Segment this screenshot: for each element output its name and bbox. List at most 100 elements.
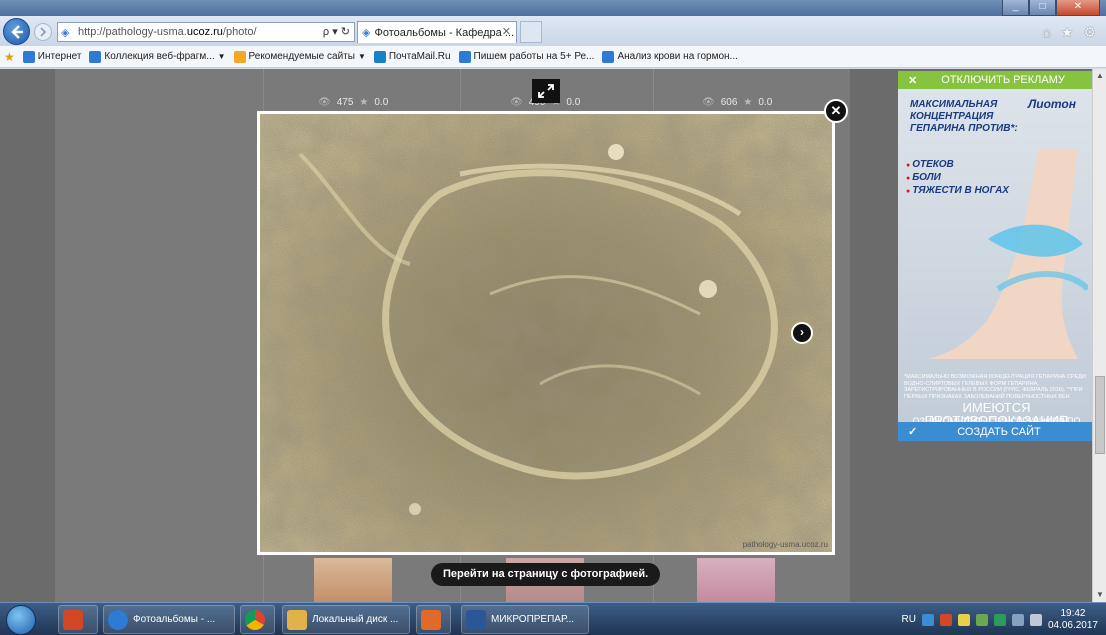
word-icon xyxy=(466,609,486,630)
chrome-icon xyxy=(245,609,265,630)
volume-icon[interactable] xyxy=(1029,613,1042,626)
home-icon[interactable]: ⌂ xyxy=(1042,24,1050,41)
address-url: http://pathology-usma.ucoz.ru/photo/ xyxy=(78,26,257,38)
create-site-button[interactable]: ✓ СОЗДАТЬ САЙТ xyxy=(898,422,1092,441)
start-button[interactable] xyxy=(6,605,36,635)
favorites-star-icon[interactable]: ★ xyxy=(4,50,15,64)
vertical-scrollbar[interactable]: ▲ ▼ xyxy=(1092,69,1106,602)
taskbar-app-powerpoint[interactable] xyxy=(58,605,98,634)
taskbar-app-ie[interactable]: Фотоальбомы - ... xyxy=(103,605,235,634)
taskbar-app-media[interactable] xyxy=(416,605,451,634)
tab-active[interactable]: ◈ Фотоальбомы - Кафедра ... ✕ xyxy=(357,21,517,43)
tray-app-icon[interactable] xyxy=(939,613,952,626)
navigation-bar: ◈ http://pathology-usma.ucoz.ru/photo/ ρ… xyxy=(0,16,1106,46)
favorite-essays[interactable]: Пишем работы на 5+ Ре... xyxy=(458,50,594,63)
favorites-bar: ★ Интернет Коллекция веб-фрагм... ▼ Реко… xyxy=(0,46,1106,68)
tab-close-icon[interactable]: ✕ xyxy=(502,25,511,38)
new-tab-button[interactable] xyxy=(520,21,542,43)
rating: 0.0 xyxy=(374,97,389,108)
ie-icon xyxy=(22,50,35,63)
favorite-mail-ru[interactable]: ПочтаMail.Ru xyxy=(373,50,451,63)
tab-title: Фотоальбомы - Кафедра ... xyxy=(374,26,514,39)
clock-date: 04.06.2017 xyxy=(1047,619,1098,631)
ad-fine-print: *МАКСИМАЛЬНО ВОЗМОЖНАЯ КОНЦЕНТРАЦИЯ ГЕПА… xyxy=(904,374,1086,400)
checkmark-icon: ✓ xyxy=(908,426,918,438)
scrollbar-thumb[interactable] xyxy=(1095,376,1105,454)
ie-icon xyxy=(458,50,471,63)
ad-headline: МАКСИМАЛЬНАЯ КОНЦЕНТРАЦИЯ ГЕПАРИНА ПРОТИ… xyxy=(910,99,1018,134)
photo-thumbnail[interactable] xyxy=(314,558,392,602)
language-indicator[interactable]: RU xyxy=(901,614,915,625)
dropdown-arrow-icon: ▼ xyxy=(217,52,226,61)
ie-icon xyxy=(89,50,102,63)
close-window-button[interactable]: ✕ xyxy=(1056,0,1100,16)
ad-bullet: ОТЕКОВ xyxy=(906,159,1009,172)
clock-time: 19:42 xyxy=(1060,607,1086,619)
ad-bullets: ОТЕКОВ БОЛИ ТЯЖЕСТИ В НОГАХ xyxy=(906,159,1009,198)
taskbar-app-chrome[interactable] xyxy=(240,605,275,634)
ad-creative[interactable]: МАКСИМАЛЬНАЯ КОНЦЕНТРАЦИЯ ГЕПАРИНА ПРОТИ… xyxy=(898,89,1092,436)
toolbar-icons: ⌂ ★ ⚙ xyxy=(1042,24,1096,41)
tray-app-icon[interactable] xyxy=(921,613,934,626)
dropdown-arrow-icon: ▼ xyxy=(357,52,366,61)
eye-icon: 👁 xyxy=(510,97,523,108)
address-bar[interactable]: ◈ http://pathology-usma.ucoz.ru/photo/ ρ… xyxy=(57,22,355,42)
favorite-web-slice-gallery[interactable]: Коллекция веб-фрагм... ▼ xyxy=(89,50,226,63)
taskbar-app-explorer[interactable]: Локальный диск ... xyxy=(282,605,410,634)
taskbar-app-word[interactable]: МИКРОПРЕПАР... xyxy=(461,605,589,634)
disable-ads-button[interactable]: ✕ ОТКЛЮЧИТЬ РЕКЛАМУ xyxy=(898,71,1092,89)
bing-icon xyxy=(233,50,246,63)
clock[interactable]: 19:42 04.06.2017 xyxy=(1048,608,1098,632)
tissue-texture xyxy=(260,114,832,552)
site-icon: ◈ xyxy=(61,26,70,39)
window-title-bar: _ □ ✕ xyxy=(0,0,1106,16)
network-icon[interactable] xyxy=(1011,613,1024,626)
scroll-down-icon[interactable]: ▼ xyxy=(1093,588,1106,602)
ie-icon xyxy=(602,50,615,63)
tray-app-icon[interactable] xyxy=(993,613,1006,626)
rating: 0.0 xyxy=(758,97,773,108)
tray-app-icon[interactable] xyxy=(957,613,970,626)
goto-photo-page-button[interactable]: Перейти на страницу с фотографией. xyxy=(431,563,661,586)
rating: 0.0 xyxy=(566,97,581,108)
favorite-suggested-sites[interactable]: Рекомендуемые сайты ▼ xyxy=(233,50,366,63)
back-button[interactable] xyxy=(3,18,30,45)
eye-icon: 👁 xyxy=(702,97,715,108)
window-controls: _ □ ✕ xyxy=(1002,0,1100,16)
folder-icon xyxy=(287,609,307,630)
advertisement-banner: ✕ ОТКЛЮЧИТЬ РЕКЛАМУ МАКСИМАЛЬНАЯ КОНЦЕНТ… xyxy=(898,71,1092,441)
ad-brand: Лиотон xyxy=(1028,97,1076,111)
arrow-left-icon xyxy=(11,25,23,39)
settings-gear-icon[interactable]: ⚙ xyxy=(1083,24,1096,41)
maximize-button[interactable]: □ xyxy=(1029,0,1056,16)
lightbox-frame: pathology-usma.ucoz.ru xyxy=(257,111,835,555)
taskbar: Фотоальбомы - ... Локальный диск ... МИК… xyxy=(0,602,1106,635)
photo-stats: 👁 475 ★ 0.0 xyxy=(318,97,388,108)
scroll-up-icon[interactable]: ▲ xyxy=(1093,69,1106,83)
forward-button[interactable] xyxy=(34,23,52,41)
lightbox-close-button[interactable]: ✕ xyxy=(824,99,848,123)
fullscreen-button[interactable] xyxy=(532,79,560,103)
view-count: 606 xyxy=(720,97,738,108)
system-tray: RU 19:42 04.06.2017 xyxy=(901,603,1098,635)
search-refresh-controls[interactable]: ρ ▾ ↻ xyxy=(323,25,350,38)
favorites-star-icon[interactable]: ★ xyxy=(1061,24,1074,41)
minimize-button[interactable]: _ xyxy=(1002,0,1029,16)
favorite-internet[interactable]: Интернет xyxy=(22,50,81,63)
view-count: 475 xyxy=(336,97,354,108)
star-icon: ★ xyxy=(743,97,753,108)
photo-thumbnail[interactable] xyxy=(697,558,775,602)
next-photo-button[interactable]: › xyxy=(791,322,813,344)
favorite-blood-test[interactable]: Анализ крови на гормон... xyxy=(602,50,738,63)
star-icon: ★ xyxy=(359,97,369,108)
tab-site-icon: ◈ xyxy=(362,27,371,39)
tray-app-icon[interactable] xyxy=(975,613,988,626)
close-icon: ✕ xyxy=(908,74,918,87)
eye-icon: 👁 xyxy=(318,97,331,108)
arrow-right-icon xyxy=(40,27,47,37)
powerpoint-icon xyxy=(63,609,83,630)
ad-bullet: БОЛИ xyxy=(906,172,1009,185)
ie-icon xyxy=(108,609,128,630)
micrograph-photo: pathology-usma.ucoz.ru xyxy=(260,114,832,552)
media-player-icon xyxy=(421,609,441,630)
